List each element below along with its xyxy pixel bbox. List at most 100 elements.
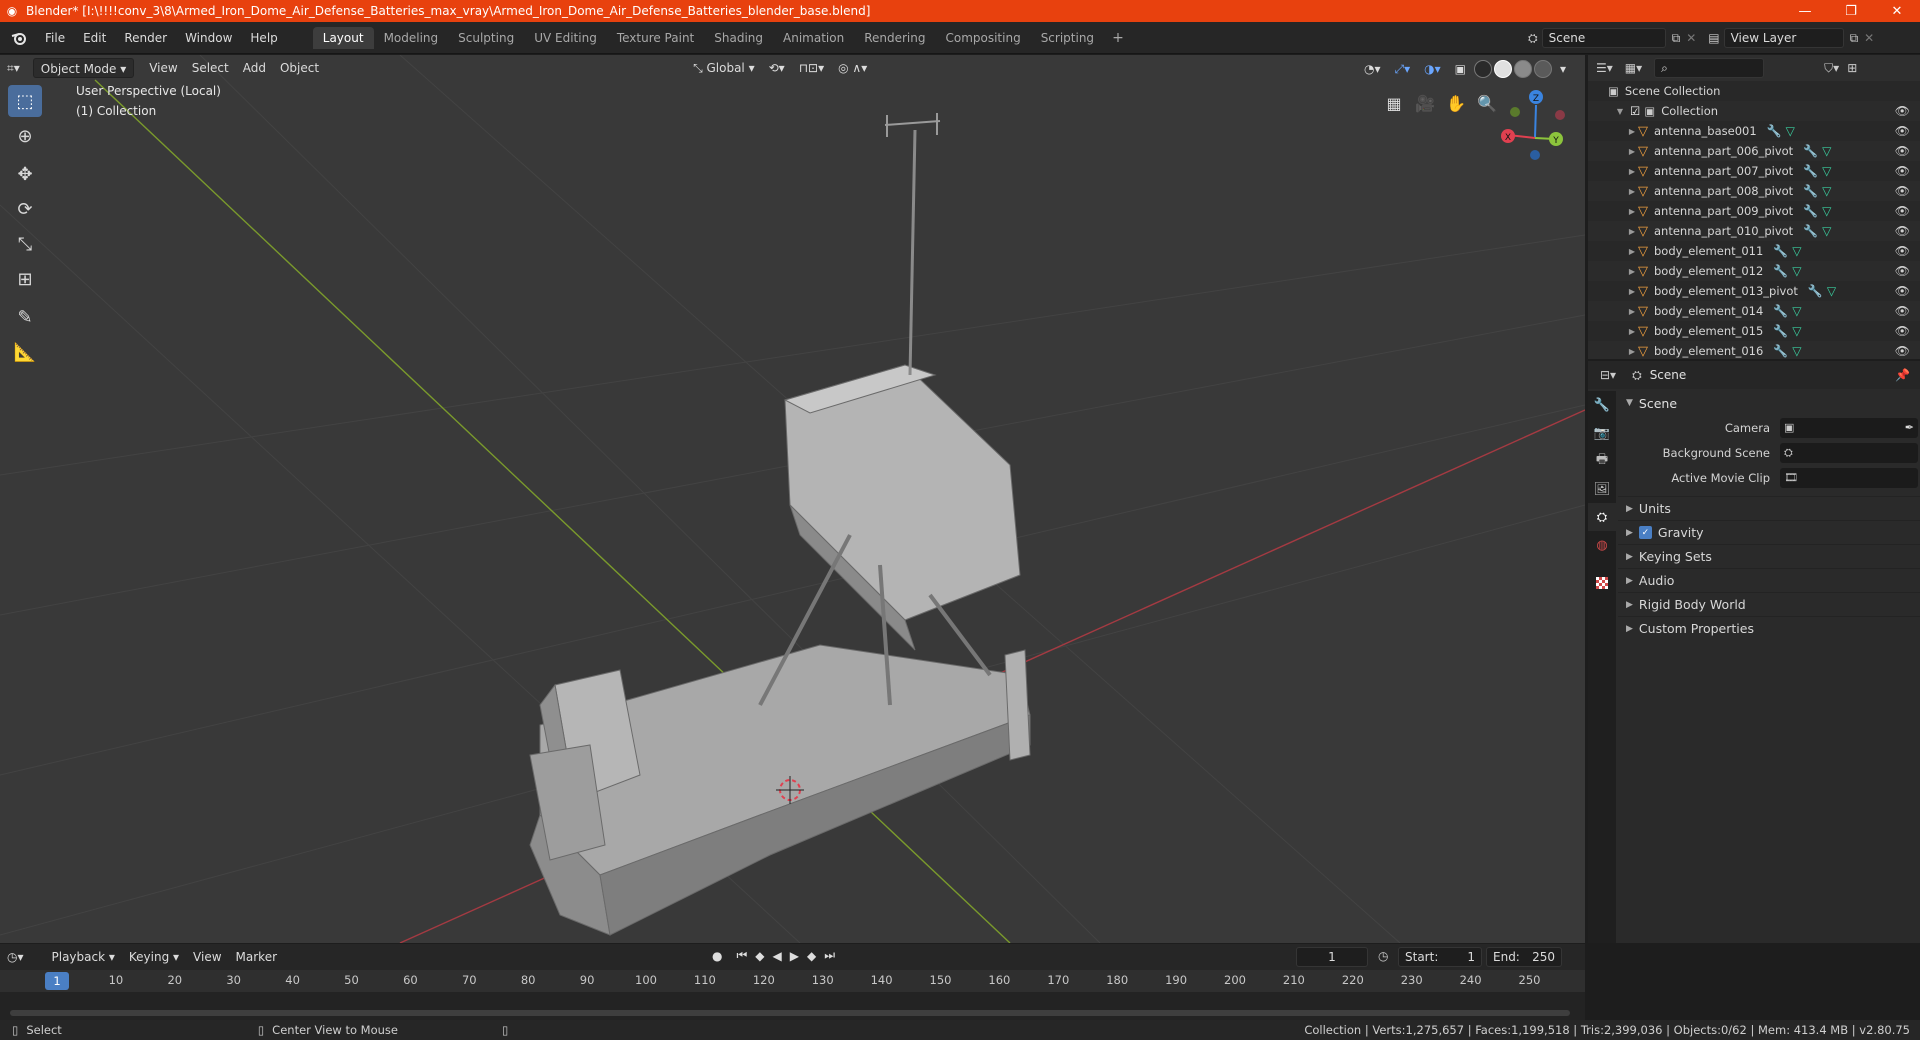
mesh-data-icon[interactable]: ▽ [1822, 144, 1831, 158]
expand-object-icon[interactable]: ▶ [1626, 347, 1638, 356]
viewport-menu-view[interactable]: View [142, 58, 184, 78]
3d-viewport[interactable]: Z X Y ⌗▾ Object Mode ▾ View Select Add O… [0, 55, 1585, 943]
outliner-object-row[interactable]: ▶ ▽ antenna_part_009_pivot 🔧 ▽ 👁 [1588, 201, 1920, 221]
mesh-data-icon[interactable]: ▽ [1792, 264, 1801, 278]
modifier-wrench-icon[interactable]: 🔧 [1808, 284, 1823, 298]
gravity-panel[interactable]: ▶ ✓ Gravity [1618, 520, 1920, 544]
expand-object-icon[interactable]: ▶ [1626, 167, 1638, 176]
visibility-icon[interactable]: ◔▾ [1357, 59, 1388, 79]
camera-field[interactable]: ▣ ✒ [1780, 417, 1918, 438]
visibility-eye-icon[interactable]: 👁 [1895, 104, 1910, 118]
outliner-object-row[interactable]: ▶ ▽ antenna_part_007_pivot 🔧 ▽ 👁 [1588, 161, 1920, 181]
end-frame-field[interactable]: End: 250 [1486, 947, 1562, 967]
expand-object-icon[interactable]: ▶ [1626, 127, 1638, 136]
expand-object-icon[interactable]: ▶ [1626, 327, 1638, 336]
visibility-eye-icon[interactable]: 👁 [1895, 184, 1910, 198]
pivot-point-icon[interactable]: ⟲▾ [762, 58, 792, 78]
mesh-data-icon[interactable]: ▽ [1822, 184, 1831, 198]
play-icon[interactable]: ▶ [790, 949, 799, 963]
tab-rendering[interactable]: Rendering [854, 27, 935, 49]
outliner-object-row[interactable]: ▶ ▽ antenna_part_008_pivot 🔧 ▽ 👁 [1588, 181, 1920, 201]
output-tab-icon[interactable]: 🖶 [1588, 447, 1616, 475]
menu-edit[interactable]: Edit [74, 27, 115, 49]
clock-icon[interactable]: ◷ [1378, 949, 1388, 963]
mesh-data-icon[interactable]: ▽ [1822, 164, 1831, 178]
modifier-wrench-icon[interactable]: 🔧 [1773, 324, 1788, 338]
properties-editor-icon[interactable]: ⊟▾ [1600, 368, 1616, 382]
transform-orientation-dropdown[interactable]: ⤡ Global ▾ [686, 58, 762, 78]
start-frame-field[interactable]: Start: 1 [1398, 947, 1482, 967]
modifier-wrench-icon[interactable]: 🔧 [1773, 264, 1788, 278]
expand-object-icon[interactable]: ▶ [1626, 187, 1638, 196]
active-movie-clip-field[interactable]: 🎞 [1780, 467, 1918, 488]
mesh-data-icon[interactable]: ▽ [1827, 284, 1836, 298]
outliner-object-row[interactable]: ▶ ▽ body_element_011 🔧 ▽ 👁 [1588, 241, 1920, 261]
view-layer-selector[interactable]: View Layer [1723, 28, 1844, 48]
gizmo-toggle-icon[interactable]: ⤢▾ [1388, 59, 1418, 79]
outliner-editor-icon[interactable]: ☰▾ [1596, 61, 1613, 75]
transform-tool-icon[interactable]: ⊞ [8, 263, 42, 295]
expand-object-icon[interactable]: ▶ [1626, 227, 1638, 236]
mesh-data-icon[interactable]: ▽ [1822, 204, 1831, 218]
minimize-button[interactable]: — [1782, 0, 1828, 22]
tab-modeling[interactable]: Modeling [374, 27, 449, 49]
display-mode-icon[interactable]: ▦▾ [1625, 61, 1642, 75]
visibility-eye-icon[interactable]: 👁 [1895, 144, 1910, 158]
outliner-object-row[interactable]: ▶ ▽ body_element_016 🔧 ▽ 👁 [1588, 341, 1920, 359]
delete-scene-icon[interactable]: ✕ [1686, 31, 1696, 45]
record-icon[interactable]: ● [712, 949, 722, 963]
expand-object-icon[interactable]: ▶ [1626, 247, 1638, 256]
modifier-wrench-icon[interactable]: 🔧 [1773, 304, 1788, 318]
rotate-tool-icon[interactable]: ⟳ [8, 193, 42, 225]
timeline-track[interactable] [0, 992, 1585, 1020]
outliner-object-row[interactable]: ▶ ▽ body_element_015 🔧 ▽ 👁 [1588, 321, 1920, 341]
menu-render[interactable]: Render [115, 27, 176, 49]
next-keyframe-icon[interactable]: ◆ [807, 949, 816, 963]
menu-help[interactable]: Help [241, 27, 286, 49]
zoom-icon[interactable]: 🔍 [1473, 89, 1501, 117]
mesh-data-icon[interactable]: ▽ [1786, 124, 1795, 138]
tab-compositing[interactable]: Compositing [935, 27, 1030, 49]
tab-uv-editing[interactable]: UV Editing [524, 27, 607, 49]
outliner-object-row[interactable]: ▶ ▽ antenna_part_010_pivot 🔧 ▽ 👁 [1588, 221, 1920, 241]
visibility-eye-icon[interactable]: 👁 [1895, 204, 1910, 218]
expand-object-icon[interactable]: ▶ [1626, 207, 1638, 216]
measure-tool-icon[interactable]: 📐 [8, 336, 42, 368]
visibility-eye-icon[interactable]: 👁 [1895, 324, 1910, 338]
maximize-button[interactable]: ❐ [1828, 0, 1874, 22]
eyedropper-icon[interactable]: ✒ [1905, 421, 1914, 434]
prev-keyframe-icon[interactable]: ◆ [755, 949, 764, 963]
rendered-shading-icon[interactable] [1533, 60, 1552, 78]
mesh-data-icon[interactable]: ▽ [1792, 344, 1801, 358]
navigation-gizmo[interactable]: Z X Y [1501, 90, 1565, 160]
mesh-data-icon[interactable]: ▽ [1792, 304, 1801, 318]
expand-object-icon[interactable]: ▶ [1626, 267, 1638, 276]
new-scene-icon[interactable]: ⧉ [1672, 31, 1681, 46]
solid-shading-icon[interactable] [1493, 60, 1512, 78]
timeline-ruler[interactable]: 1 10 20 30 40 50 60 70 80 90 100 110 120 130 140 150 160… [0, 970, 1585, 992]
visibility-eye-icon[interactable]: 👁 [1895, 224, 1910, 238]
outliner-object-row[interactable]: ▶ ▽ antenna_base001 🔧 ▽ 👁 [1588, 121, 1920, 141]
tab-scripting[interactable]: Scripting [1031, 27, 1104, 49]
scene-selector[interactable]: Scene [1541, 28, 1666, 48]
xray-toggle-icon[interactable]: ▣ [1448, 59, 1473, 79]
jump-end-icon[interactable]: ⏭ [824, 948, 835, 963]
timeline-menu-keying[interactable]: Keying ▾ [122, 947, 186, 967]
timeline-menu-playback[interactable]: Playback ▾ [45, 947, 122, 967]
tool-tab-icon[interactable]: 🔧 [1588, 391, 1616, 419]
material-shading-icon[interactable] [1513, 60, 1532, 78]
tab-shading[interactable]: Shading [704, 27, 773, 49]
keying-sets-panel[interactable]: ▶ Keying Sets [1618, 544, 1920, 568]
menu-window[interactable]: Window [176, 27, 241, 49]
visibility-eye-icon[interactable]: 👁 [1895, 264, 1910, 278]
gravity-checkbox[interactable]: ✓ [1638, 526, 1652, 539]
rigid-body-world-panel[interactable]: ▶ Rigid Body World [1618, 592, 1920, 616]
modifier-wrench-icon[interactable]: 🔧 [1803, 164, 1818, 178]
modifier-wrench-icon[interactable]: 🔧 [1803, 184, 1818, 198]
modifier-wrench-icon[interactable]: 🔧 [1767, 124, 1782, 138]
jump-start-icon[interactable]: ⏮ [736, 948, 747, 963]
viewport-menu-object[interactable]: Object [273, 58, 326, 78]
timeline-editor-icon[interactable]: ◷▾ [0, 947, 31, 967]
modifier-wrench-icon[interactable]: 🔧 [1803, 224, 1818, 238]
modifier-wrench-icon[interactable]: 🔧 [1803, 144, 1818, 158]
